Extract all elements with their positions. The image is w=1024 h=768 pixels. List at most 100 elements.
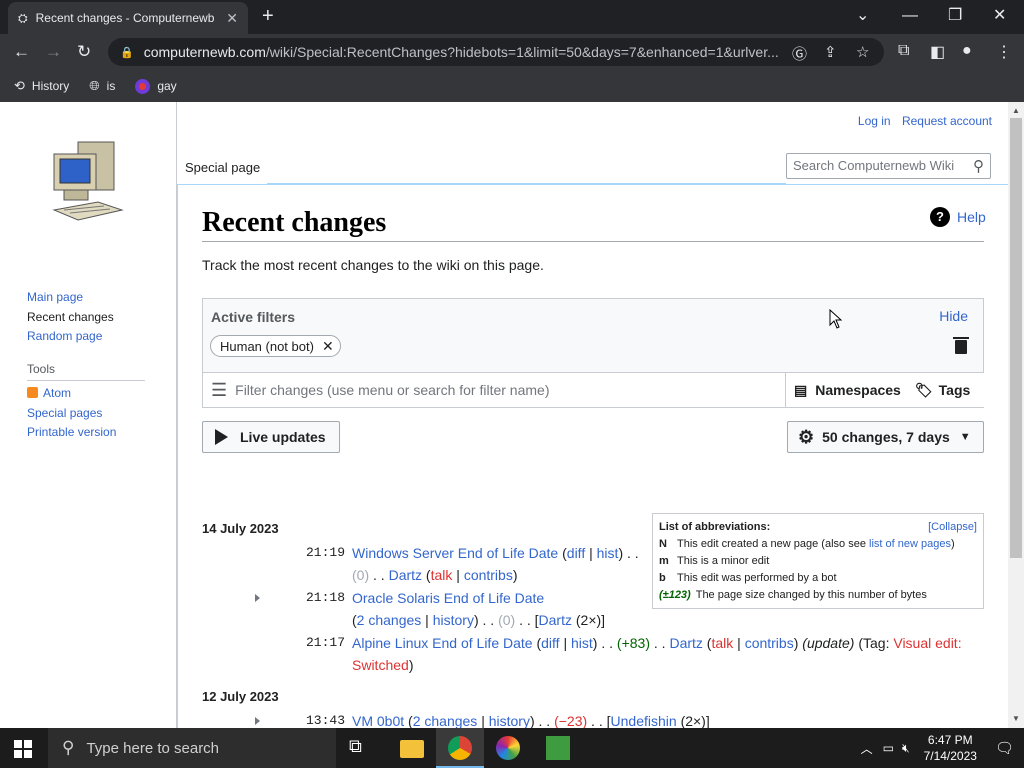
remove-filter-icon[interactable]: ✕ [322, 338, 334, 355]
system-tray: ︿ ▭ 🔇︎ 6:47 PM 7/14/2023 🗨︎ [861, 728, 1014, 768]
filter-chip-human[interactable]: Human (not bot) ✕ [210, 335, 341, 357]
nav-recent-changes[interactable]: Recent changes [27, 310, 114, 324]
nav-main-page[interactable]: Main page [27, 290, 83, 304]
windows-start-icon[interactable] [14, 740, 32, 758]
nav-random-page[interactable]: Random page [27, 329, 102, 343]
search-icon: ⚲ [62, 738, 75, 757]
forward-icon[interactable]: → [45, 42, 62, 62]
file-explorer-icon[interactable] [400, 740, 424, 758]
list-new-pages-link[interactable]: list of new pages [869, 538, 951, 550]
date-heading: 14 July 2023 [202, 521, 279, 536]
browser-tab[interactable]: ⛭ Recent changes - Computernewb ✕ [8, 2, 248, 34]
page-link[interactable]: Windows Server End of Life Date [352, 545, 558, 561]
clock[interactable]: 6:47 PM 7/14/2023 [924, 732, 977, 764]
globe-icon: 🌐︎ [89, 78, 100, 93]
bookmark-label: is [106, 79, 116, 93]
notifications-icon[interactable]: 🗨︎ [995, 739, 1014, 757]
diff-link[interactable]: diff [541, 635, 559, 651]
login-link[interactable]: Log in [858, 114, 891, 128]
share-icon[interactable]: ⇪ [824, 43, 837, 61]
main-content: Recent changes ? Help Track the most rec… [177, 184, 1008, 728]
scrollbar-thumb[interactable] [1010, 118, 1022, 558]
history-link[interactable]: history [489, 713, 530, 728]
expand-arrow-icon[interactable] [255, 594, 260, 602]
request-account-link[interactable]: Request account [902, 114, 992, 128]
live-updates-button[interactable]: Live updates [202, 421, 340, 453]
side-panel-icon[interactable]: ◧ [930, 42, 945, 62]
filter-search-input[interactable]: ☰ Filter changes (use menu or search for… [203, 373, 785, 407]
changes-link[interactable]: 2 changes [413, 713, 478, 728]
url-path: /wiki/Special:RecentChanges?hidebots=1&l… [265, 44, 779, 60]
minimize-icon[interactable]: — [902, 6, 918, 26]
legend-row-new: N This edit created a new page (also see … [659, 536, 977, 553]
minecraft-icon[interactable] [546, 736, 570, 760]
tags-button[interactable]: Tags [939, 382, 971, 398]
page-scrollbar[interactable]: ▲ ▼ [1008, 102, 1024, 728]
user-link[interactable]: Undefishin [611, 713, 677, 728]
gear-icon: ⚙ [798, 426, 815, 447]
changes-link[interactable]: 2 changes [357, 612, 422, 628]
tab-special-page[interactable]: Special page [177, 152, 269, 184]
talk-link[interactable]: talk [711, 635, 733, 651]
tools-atom[interactable]: Atom [43, 386, 71, 400]
user-link[interactable]: Dartz [389, 567, 422, 583]
back-icon[interactable]: ← [13, 42, 30, 62]
user-link[interactable]: Dartz [669, 635, 702, 651]
tools-printable[interactable]: Printable version [27, 425, 116, 439]
contribs-link[interactable]: contribs [464, 567, 513, 583]
bookmark-gay[interactable]: gay [135, 78, 177, 94]
change-entry: Windows Server End of Life Date (diff | … [352, 545, 639, 583]
live-updates-label: Live updates [240, 429, 326, 445]
volume-muted-icon[interactable]: 🔇︎ [902, 741, 910, 756]
restore-icon[interactable]: ❐ [948, 6, 962, 26]
menu-icon[interactable]: ⋮ [996, 42, 1012, 62]
profile-icon[interactable]: ● [962, 42, 972, 60]
hide-filters-link[interactable]: Hide [939, 308, 968, 324]
color-app-icon[interactable] [496, 736, 520, 760]
search-input[interactable]: Search Computernewb Wiki ⚲ [786, 153, 991, 179]
help-link[interactable]: ? Help [930, 207, 986, 227]
namespaces-tags-group: ▤ Namespaces 🏷︎ Tags [785, 373, 984, 407]
talk-link[interactable]: talk [431, 567, 453, 583]
changes-limit-button[interactable]: ⚙ 50 changes, 7 days ▼ [787, 421, 984, 453]
reload-icon[interactable]: ↻ [77, 42, 91, 62]
task-view-icon[interactable]: ⧉ [349, 736, 373, 760]
address-bar[interactable]: 🔒 computernewb.com/wiki/Special:RecentCh… [108, 38, 884, 66]
diff-link[interactable]: diff [567, 545, 585, 561]
clear-filters-icon[interactable] [953, 337, 969, 355]
page-link[interactable]: Oracle Solaris End of Life Date [352, 590, 544, 606]
bookmark-is[interactable]: 🌐︎ is [89, 78, 115, 94]
wiki-logo[interactable] [50, 140, 126, 226]
scroll-up-icon[interactable]: ▲ [1012, 106, 1020, 115]
expand-arrow-icon[interactable] [255, 717, 260, 725]
namespaces-button[interactable]: Namespaces [815, 382, 901, 398]
tab-search-icon[interactable]: ⌄ [856, 6, 869, 26]
help-label: Help [957, 209, 986, 225]
contribs-link[interactable]: contribs [745, 635, 794, 651]
chrome-icon[interactable] [448, 736, 472, 760]
history-link[interactable]: history [433, 612, 474, 628]
search-icon[interactable]: ⚲ [973, 157, 984, 175]
tools-special-pages[interactable]: Special pages [27, 406, 102, 420]
google-lens-icon[interactable]: Ⓖ [792, 43, 807, 64]
taskbar-search-input[interactable]: ⚲ Type here to search [48, 728, 336, 768]
new-tab-button[interactable]: + [262, 6, 274, 26]
hist-link[interactable]: hist [597, 545, 619, 561]
network-icon[interactable]: ▭ [883, 741, 894, 755]
page-link[interactable]: Alpine Linux End of Life Date [352, 635, 533, 651]
close-window-icon[interactable]: ✕ [993, 6, 1006, 26]
extensions-icon[interactable]: ⧉ [898, 42, 909, 60]
bookmark-history[interactable]: ⟲ History [14, 78, 69, 94]
bookmark-star-icon[interactable]: ☆ [856, 43, 869, 61]
active-filters-label: Active filters [211, 309, 296, 325]
tab-close-icon[interactable]: ✕ [226, 10, 238, 27]
hist-link[interactable]: hist [571, 635, 593, 651]
page-link[interactable]: VM 0b0t [352, 713, 404, 728]
user-link[interactable]: Dartz [539, 612, 572, 628]
show-hidden-icons-icon[interactable]: ︿ [861, 740, 873, 757]
legend-key: (±123) [659, 589, 691, 601]
filter-chip-label: Human (not bot) [220, 338, 314, 354]
collapse-link[interactable]: [Collapse] [928, 519, 977, 536]
menu-icon[interactable]: ☰ [211, 380, 227, 401]
scroll-down-icon[interactable]: ▼ [1012, 714, 1020, 723]
